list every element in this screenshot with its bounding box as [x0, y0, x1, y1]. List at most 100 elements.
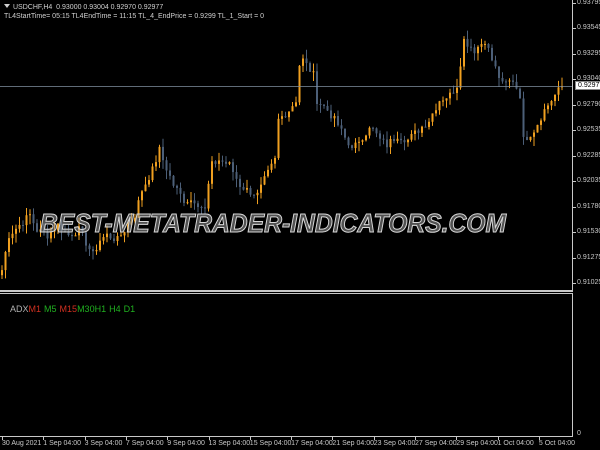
candle-body: [470, 46, 472, 48]
price-tick: [573, 206, 576, 208]
candle-body: [435, 110, 437, 114]
candle-body: [165, 160, 168, 171]
candle-body: [421, 126, 423, 133]
candle-body: [15, 228, 17, 234]
candle-body: [183, 193, 185, 203]
candle-body: [151, 166, 154, 181]
time-label: 30 Aug 2021: [2, 440, 42, 447]
time-label: 9 Sep 04:00: [167, 440, 205, 447]
candle-body: [438, 101, 441, 111]
time-axis-line: [0, 436, 573, 437]
candle-body: [354, 142, 357, 149]
price-label: 0.93545: [577, 24, 600, 32]
candle-body: [295, 102, 297, 107]
candle-body: [323, 104, 325, 106]
candle-body: [396, 138, 399, 142]
price-label: 0.93795: [577, 0, 600, 6]
candle-body: [501, 77, 504, 82]
candle-body: [386, 139, 388, 148]
time-label: 15 Sep 04:00: [249, 440, 292, 447]
price-tick: [573, 257, 576, 259]
candle-body: [267, 169, 269, 177]
candle-body: [358, 141, 360, 143]
candle-body: [480, 44, 483, 47]
candle-body: [484, 43, 486, 45]
candle-body: [347, 137, 350, 146]
candle-body: [414, 130, 416, 134]
price-label: 0.92285: [577, 151, 600, 159]
candle-body: [190, 200, 192, 203]
candle-body: [1, 270, 3, 276]
candle-body: [211, 161, 213, 184]
candle-body: [32, 214, 35, 224]
candle-body: [473, 47, 476, 54]
candle-body: [442, 100, 444, 102]
candle-body: [477, 46, 479, 54]
price-tick: [573, 28, 576, 30]
candle-body: [361, 140, 364, 142]
candle-body: [232, 162, 234, 173]
candle-body: [25, 215, 28, 226]
pane-separator[interactable]: [0, 290, 573, 292]
candle-body: [512, 80, 514, 82]
price-label: 0.91275: [577, 253, 600, 261]
candle-body: [459, 66, 462, 88]
candle-body: [519, 88, 521, 99]
candle-body: [351, 145, 353, 149]
candle-body: [22, 224, 24, 226]
candle-body: [214, 161, 217, 164]
candle-body: [550, 101, 553, 106]
candle-body: [260, 184, 262, 193]
adx-indicator-label: ADXM1 M5 M15M30H1 H4 D1: [10, 304, 138, 314]
price-label: 0.92535: [577, 126, 600, 134]
indicator-pane[interactable]: [0, 293, 573, 436]
candle-body: [543, 109, 546, 121]
price-label: 0.93295: [577, 49, 600, 57]
candles-layer: [0, 30, 572, 280]
candle-body: [515, 81, 518, 89]
candle-body: [169, 170, 171, 176]
candle-body: [221, 160, 224, 162]
candle-body: [36, 223, 38, 232]
candle-body: [228, 162, 231, 164]
candle-body: [491, 47, 493, 61]
candle-body: [172, 175, 175, 186]
candle-body: [270, 163, 273, 170]
time-label: 13 Sep 04:00: [208, 440, 251, 447]
candle-body: [529, 136, 532, 141]
candle-body: [526, 136, 528, 141]
candle-body: [319, 104, 322, 106]
candle-body: [379, 133, 381, 139]
price-tick: [573, 53, 576, 55]
candle-body: [533, 132, 535, 137]
chart-header: USDCHF,H4 0.93000 0.93004 0.92970 0.9297…: [4, 3, 264, 21]
candle-body: [225, 161, 227, 164]
candle-body: [498, 66, 500, 78]
candle-body: [29, 214, 31, 216]
candle-body: [281, 116, 283, 119]
time-label: 3 Sep 04:00: [84, 440, 123, 447]
timeframe-m30: M30: [77, 304, 95, 314]
timeframe-m1: M1: [28, 304, 42, 314]
price-tick: [573, 155, 576, 157]
candle-body: [302, 58, 304, 66]
candle-body: [340, 125, 343, 129]
candle-body: [456, 87, 458, 93]
candle-body: [445, 98, 448, 101]
candle-body: [246, 188, 248, 190]
price-tick: [573, 3, 576, 4]
candle-body: [522, 98, 525, 137]
price-label: 0.91530: [577, 228, 600, 236]
collapse-triangle-icon[interactable]: [4, 4, 10, 8]
price-label: 0.91025: [577, 278, 600, 286]
price-label: 0.92035: [577, 177, 600, 185]
candle-body: [158, 146, 161, 163]
candle-body: [508, 80, 511, 82]
candle-body: [186, 202, 189, 204]
time-label: 21 Sep 04:00: [332, 440, 375, 447]
candle-body: [466, 38, 469, 47]
time-label: 5 Oct 04:00: [538, 440, 576, 447]
time-label: 7 Sep 04:00: [125, 440, 164, 447]
candle-body: [249, 188, 252, 195]
candle-body: [277, 118, 280, 158]
